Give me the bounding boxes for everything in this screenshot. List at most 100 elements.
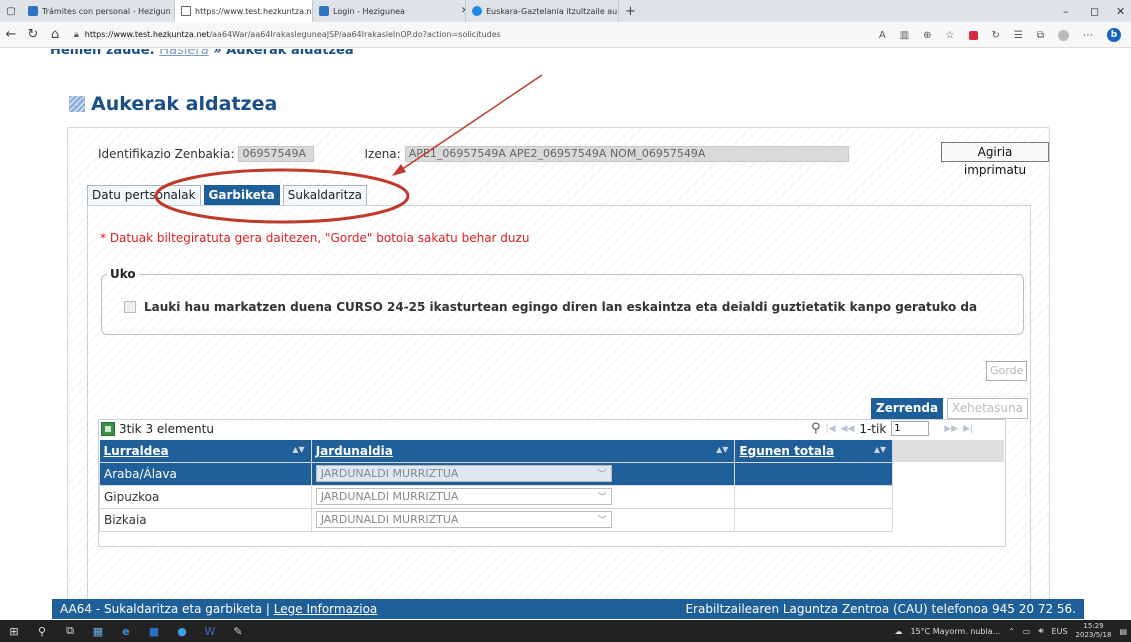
browser-tab-3[interactable]: Login - Hezigunea ✕ <box>313 0 466 22</box>
print-document-button[interactable]: Agiria imprimatu <box>941 142 1049 177</box>
fieldset-legend: Uko <box>107 267 139 281</box>
home-icon[interactable]: ⌂ <box>44 27 66 42</box>
pager-label: 1-tik <box>859 421 887 436</box>
id-value-field: 06957549A <box>238 146 315 162</box>
network-icon[interactable]: ▭ <box>1023 627 1031 636</box>
browser-tab-2[interactable]: https://www.test.hezkuntza.net/a ✕ <box>175 0 313 22</box>
page-number-input[interactable] <box>891 421 930 436</box>
footer-left: AA64 - Sukaldaritza eta garbiketa | Lege… <box>60 602 377 616</box>
name-value-field: APE1_06957549A APE2_06957549A NOM_069575… <box>404 146 849 162</box>
opt-out-checkbox[interactable] <box>124 301 136 313</box>
grid-toolbar: 3tik 3 elementu ⚲ |◀ ◀◀ 1-tik ▶▶ ▶| <box>99 420 1007 440</box>
column-header-jardunaldia[interactable]: Jardunaldia ▲▼ <box>311 440 736 462</box>
task-view-icon[interactable]: ⧉ <box>56 620 84 642</box>
favorites-list-icon[interactable]: ☰ <box>1014 30 1023 41</box>
breadcrumb-current: » Aukerak aldatzea <box>213 49 354 58</box>
jardunaldia-select[interactable]: JARDUNALDI MURRIZTUA ﹀ <box>315 511 612 528</box>
refresh-icon[interactable]: ↻ <box>22 27 44 42</box>
search-icon[interactable]: ⚲ <box>811 421 821 436</box>
word-icon[interactable]: W <box>196 620 224 642</box>
browser-tab-bar: ▢ Trámites con personal - Hezigun ✕ http… <box>0 0 1131 22</box>
edge-icon[interactable]: ● <box>168 620 196 642</box>
last-page-icon[interactable]: ▶| <box>963 424 973 434</box>
url-path: /aa64War/aa64IrakasleguneaJSP/aa64Irakas… <box>209 30 501 39</box>
search-icon[interactable]: ⚲ <box>28 620 56 642</box>
minimize-button[interactable]: – <box>1063 0 1069 22</box>
column-header-lurraldea[interactable]: Lurraldea ▲▼ <box>99 440 312 462</box>
internet-explorer-icon[interactable]: e <box>112 620 140 642</box>
table-row[interactable]: Araba/Álava JARDUNALDI MURRIZTUA ﹀ <box>99 461 1005 486</box>
browser-tab-4[interactable]: Euskara-Gaztelania itzultzaile au ✕ <box>466 0 619 22</box>
cell-egunen-totala <box>734 484 894 509</box>
outlook-icon[interactable]: ■ <box>140 620 168 642</box>
table-row[interactable]: Gipuzkoa JARDUNALDI MURRIZTUA ﹀ <box>99 484 1005 509</box>
legal-info-link[interactable]: Lege Informazioa <box>274 602 377 616</box>
notifications-icon[interactable]: ▤ <box>1119 627 1127 636</box>
results-table: Lurraldea ▲▼ Jardunaldia ▲▼ Egunen totala ▲… <box>99 440 1005 532</box>
sort-icon[interactable]: ▲▼ <box>874 445 886 454</box>
cell-filler <box>892 462 1005 485</box>
close-window-button[interactable]: ✕ <box>1116 0 1125 22</box>
tray-overflow-icon[interactable]: ⌃ <box>1008 627 1015 636</box>
favorite-star-icon[interactable]: ☆ <box>946 30 955 41</box>
name-label: Izena: <box>364 147 401 161</box>
previous-page-icon[interactable]: ◀◀ <box>841 424 855 434</box>
cell-jardunaldia: JARDUNALDI MURRIZTUA ﹀ <box>310 461 736 486</box>
restore-button[interactable]: ◻ <box>1090 0 1099 22</box>
more-menu-icon[interactable]: ⋯ <box>1083 30 1093 41</box>
tab-sukaldaritza[interactable]: Sukaldaritza <box>282 185 367 206</box>
cell-filler <box>893 508 1005 531</box>
browser-tab-1[interactable]: Trámites con personal - Hezigun ✕ <box>22 0 175 22</box>
refresh-extension-icon[interactable]: ↻ <box>992 30 1000 41</box>
bing-icon[interactable]: b <box>1107 28 1121 42</box>
sort-icon[interactable]: ▲▼ <box>716 445 728 454</box>
clock-time: 15:29 <box>1083 622 1104 630</box>
jardunaldia-select[interactable]: JARDUNALDI MURRIZTUA ﹀ <box>315 488 612 505</box>
volume-icon[interactable]: 🔊︎ <box>1038 626 1043 636</box>
zoom-icon[interactable]: ⊕ <box>923 30 931 41</box>
sort-icon[interactable]: ▲▼ <box>292 445 304 454</box>
excel-export-icon[interactable] <box>101 422 115 436</box>
page-title-row: Aukerak aldatzea <box>69 93 277 115</box>
tab-garbiketa[interactable]: Garbiketa <box>203 185 280 206</box>
save-warning: * Datuak biltegiratuta gera daitezen, "G… <box>100 231 530 245</box>
clock[interactable]: 15:29 2023/5/18 <box>1076 622 1112 640</box>
browser-tab-title: Euskara-Gaztelania itzultzaile au <box>486 6 618 16</box>
cell-lurraldea: Araba/Álava <box>99 461 312 486</box>
page-footer: AA64 - Sukaldaritza eta garbiketa | Lege… <box>52 599 1084 619</box>
profile-avatar[interactable] <box>1058 29 1069 41</box>
table-row[interactable]: Bizkaia JARDUNALDI MURRIZTUA ﹀ <box>99 507 1005 532</box>
grid-count-label: 3tik 3 elementu <box>119 422 214 436</box>
back-arrow-icon[interactable]: ← <box>0 27 22 42</box>
collections-icon[interactable]: ⧉ <box>1037 30 1044 41</box>
read-aloud-icon[interactable]: A <box>879 30 886 41</box>
windows-start-icon[interactable]: ⊞ <box>0 620 28 642</box>
tab-actions-icon[interactable]: ▢ <box>0 6 22 17</box>
site-favicon-icon <box>319 6 329 16</box>
extension-icon[interactable] <box>968 30 978 40</box>
lock-icon: 🔒︎ <box>74 29 79 40</box>
first-page-icon[interactable]: |◀ <box>826 424 836 434</box>
chevron-down-icon: ﹀ <box>597 516 607 526</box>
tab-panel: * Datuak biltegiratuta gera daitezen, "G… <box>87 205 1031 600</box>
opt-out-row: Lauki hau markatzen duena CURSO 24-25 ik… <box>124 300 977 314</box>
url-host: https://www.test.hezkuntza.net <box>84 30 210 39</box>
new-tab-button[interactable]: + <box>619 4 642 19</box>
tab-zerrenda[interactable]: Zerrenda <box>871 398 944 419</box>
taskbar-app-icon[interactable]: ▦ <box>84 620 112 642</box>
cell-lurraldea: Gipuzkoa <box>99 484 312 509</box>
taskbar-tool-icon[interactable]: ✎ <box>224 620 252 642</box>
breadcrumb-home-link[interactable]: Hasiera <box>159 49 208 58</box>
weather-icon[interactable]: ☁ <box>894 627 902 636</box>
address-bar-row: ← ↻ ⌂ 🔒︎ https://www.test.hezkuntza.net /… <box>0 22 1131 48</box>
tab-xehetasuna[interactable]: Xehetasuna <box>947 398 1028 419</box>
language-indicator[interactable]: EUS <box>1052 627 1068 636</box>
column-header-egunen-totala[interactable]: Egunen totala ▲▼ <box>734 440 894 462</box>
save-button[interactable]: Gorde <box>986 361 1028 381</box>
next-page-icon[interactable]: ▶▶ <box>944 424 958 434</box>
tab-datu-pertsonalak[interactable]: Datu pertsonalak <box>87 185 201 206</box>
url-field[interactable]: 🔒︎ https://www.test.hezkuntza.net/aa64Wa… <box>74 30 501 40</box>
immersive-reader-icon[interactable]: ▥ <box>900 30 909 41</box>
weather-text[interactable]: 15°C Mayorm. nubla... <box>910 627 1000 636</box>
jardunaldia-select[interactable]: JARDUNALDI MURRIZTUA ﹀ <box>315 465 612 482</box>
